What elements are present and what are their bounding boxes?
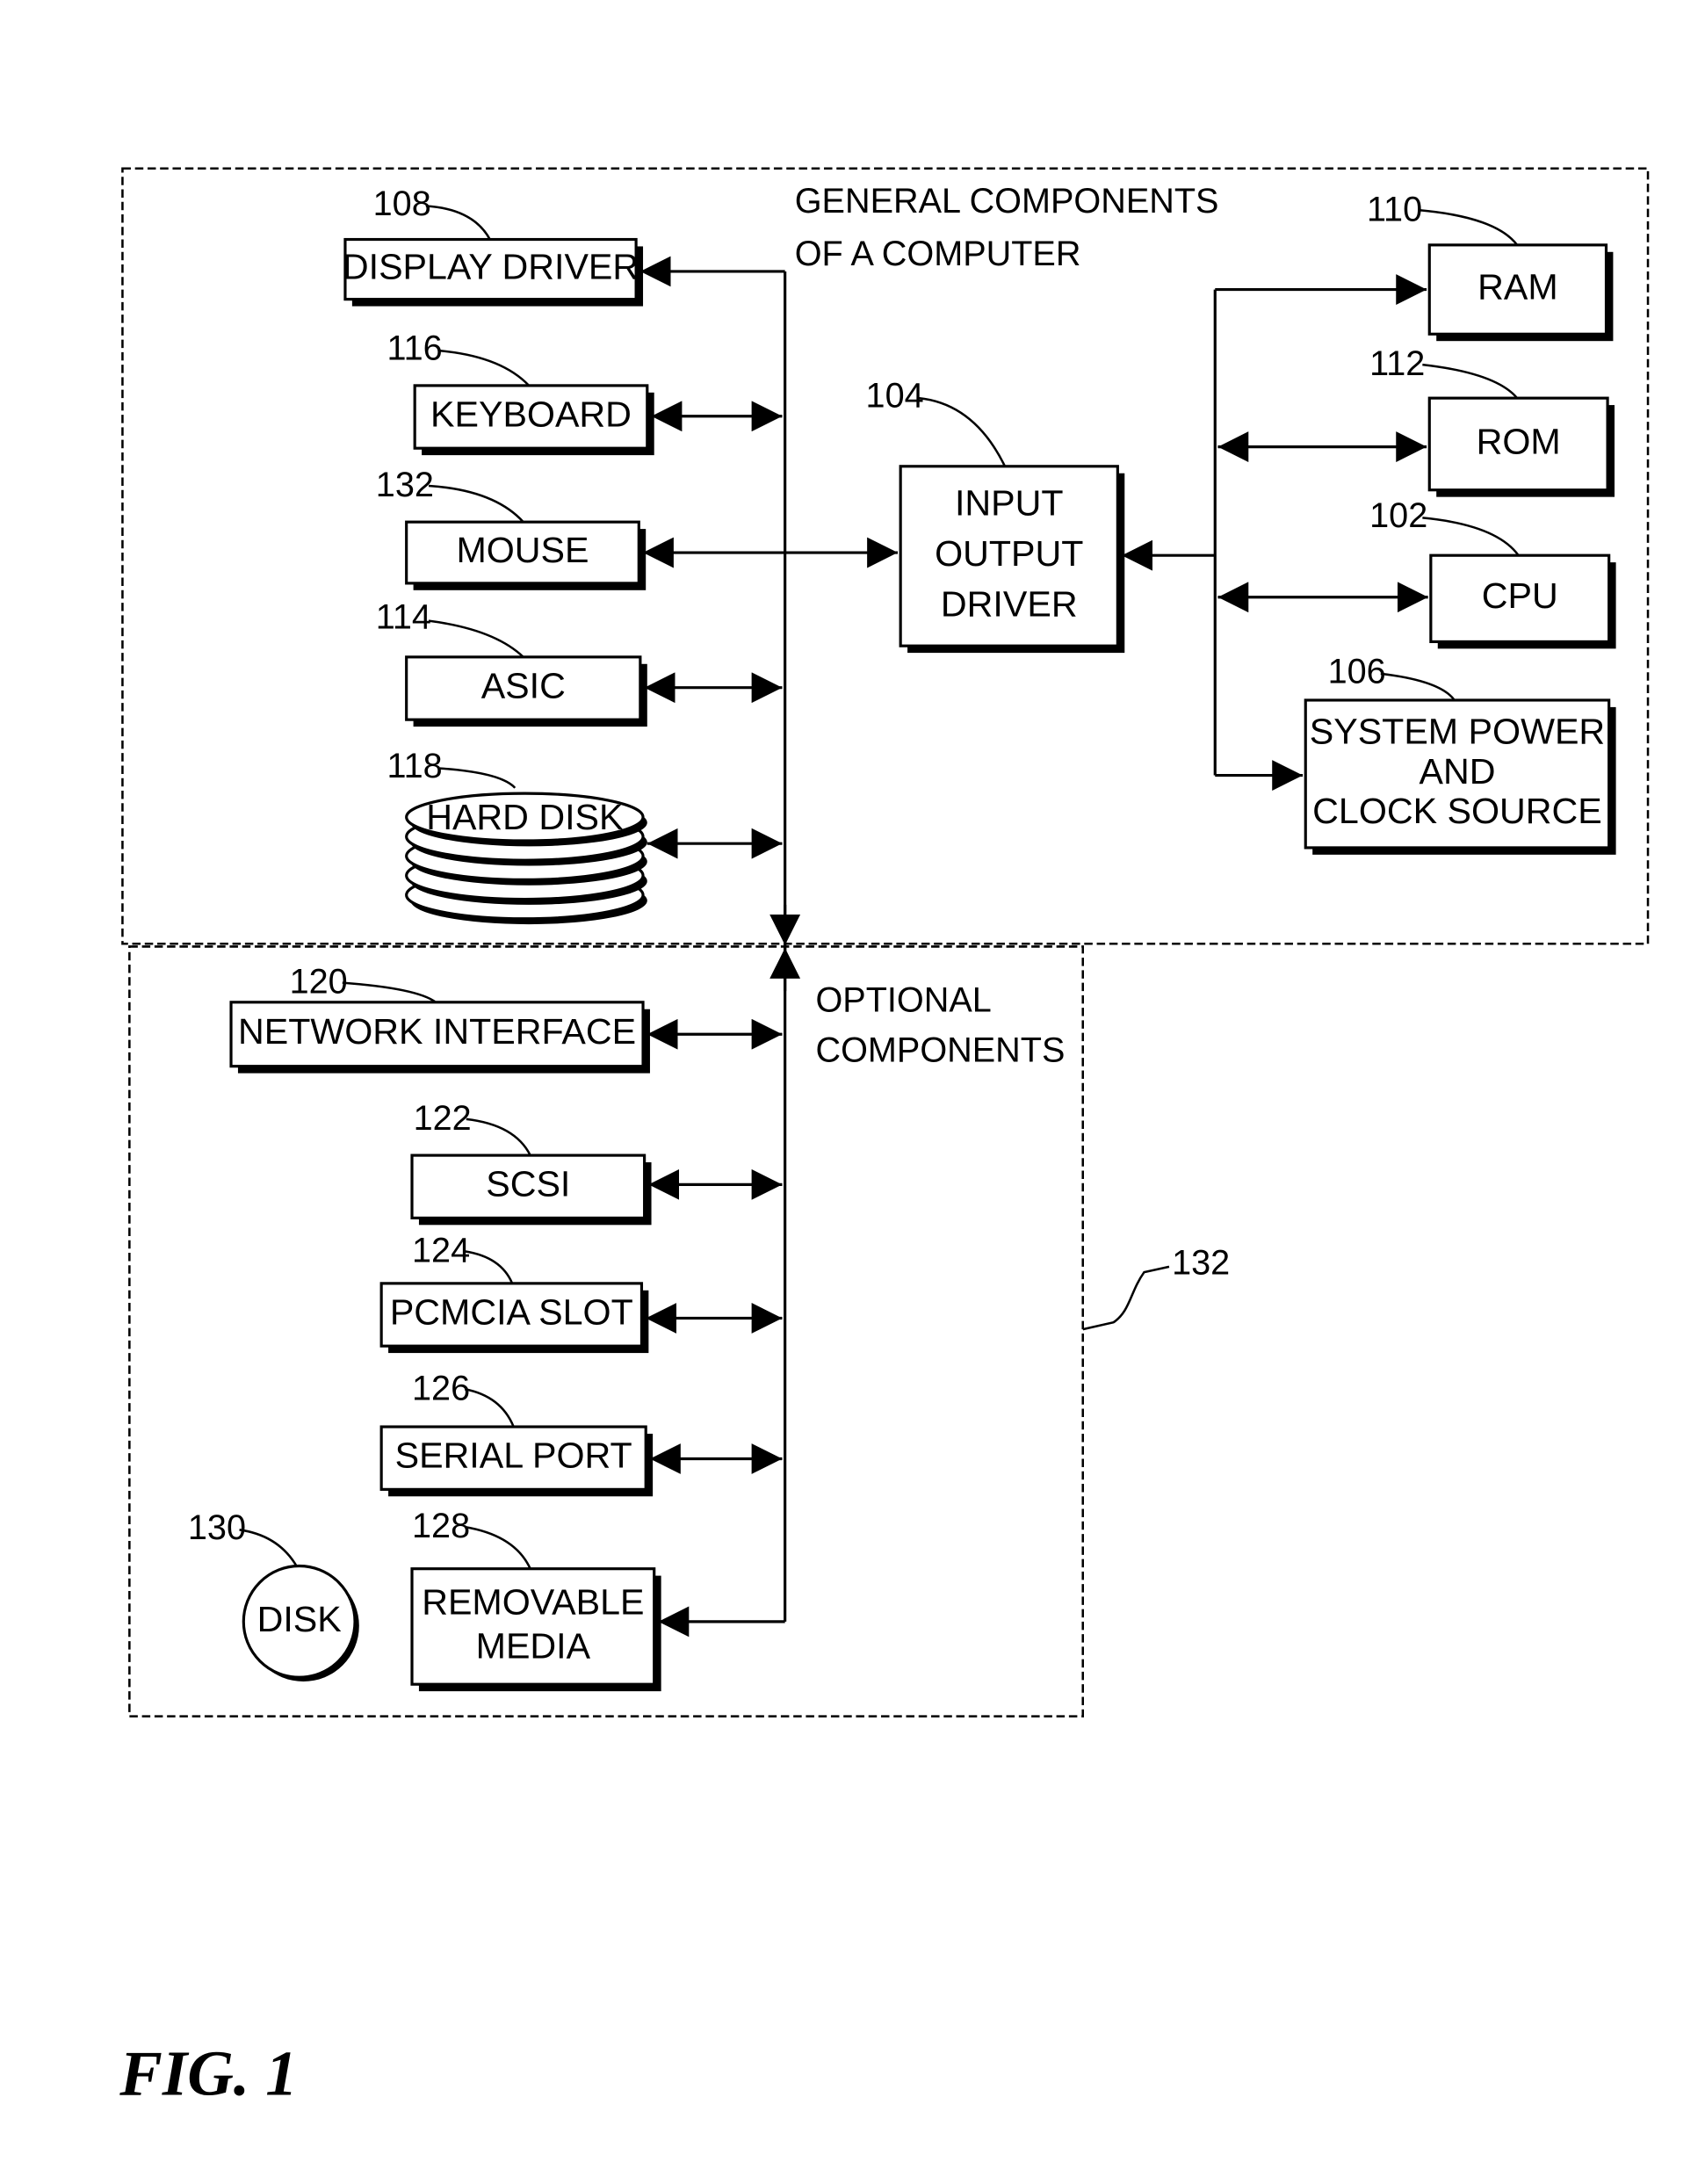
figure-caption: FIG. 1	[119, 2038, 297, 2109]
network-interface-label: NETWORK INTERFACE	[238, 1011, 636, 1052]
hard-disk-leader	[439, 767, 517, 789]
mouse-leader	[428, 484, 524, 524]
io-driver-label: INPUT	[955, 482, 1064, 523]
system-power-label: SYSTEM POWER	[1310, 711, 1605, 751]
display-driver-leader	[425, 205, 491, 241]
mouse-ref: 132	[376, 466, 434, 504]
rom-leader	[1422, 363, 1519, 399]
keyboard-component: KEYBOARD 116	[387, 329, 654, 456]
disk-ref: 130	[188, 1508, 246, 1547]
serial-port-component: SERIAL PORT 126	[379, 1369, 654, 1497]
pcmcia-slot-ref: 124	[412, 1231, 470, 1269]
cpu-ref: 102	[1369, 496, 1427, 535]
io-driver-component: INPUT OUTPUT DRIVER 104	[866, 377, 1125, 654]
computer-components-diagram: GENERAL COMPONENTS OF A COMPUTER OPTIONA…	[119, 167, 1650, 2109]
ram-leader	[1420, 208, 1519, 246]
system-power-component: SYSTEM POWERANDCLOCK SOURCE 106	[1304, 652, 1616, 855]
ram-component: RAM 110	[1367, 190, 1614, 342]
hard-disk-ref: 118	[387, 747, 442, 785]
cpu-leader	[1422, 517, 1520, 556]
asic-leader	[428, 619, 524, 658]
rom-component: ROM 112	[1369, 344, 1615, 497]
serial-port-label: SERIAL PORT	[395, 1436, 632, 1476]
components: DISPLAY DRIVER 108 KEYBOARD 116 MOUSE 132 ASIC…	[188, 184, 1616, 1692]
ram-ref: 110	[1367, 190, 1422, 228]
keyboard-ref: 116	[387, 329, 442, 368]
keyboard-leader	[439, 350, 531, 387]
removable-media-label: REMOVABLE	[422, 1581, 644, 1622]
scsi-label: SCSI	[486, 1164, 570, 1204]
asic-component: ASIC 114	[376, 598, 647, 727]
disk-label: DISK	[257, 1599, 343, 1639]
io-driver-ref: 104	[866, 377, 924, 416]
optional-group-ref: 132	[1172, 1244, 1230, 1283]
pcmcia-slot-leader	[465, 1250, 514, 1284]
serial-port-leader	[464, 1388, 515, 1428]
disk-component: DISK 130	[188, 1508, 359, 1682]
general-group-title-line1: GENERAL COMPONENTS	[795, 182, 1219, 221]
optional-group-title-line2: COMPONENTS	[816, 1031, 1066, 1069]
io-driver-leader	[918, 396, 1007, 467]
display-driver-component: DISPLAY DRIVER 108	[343, 184, 644, 307]
optional-group-leader	[1082, 1265, 1170, 1331]
system-power-ref: 106	[1328, 652, 1386, 691]
asic-label: ASIC	[481, 665, 566, 705]
removable-media-component: REMOVABLEMEDIA 128	[410, 1507, 661, 1692]
system-power-leader	[1380, 672, 1456, 701]
io-driver-label: OUTPUT	[935, 533, 1083, 574]
removable-media-label: MEDIA	[476, 1625, 591, 1666]
system-power-label: CLOCK SOURCE	[1312, 791, 1602, 831]
network-interface-component: NETWORK INTERFACE 120	[229, 963, 650, 1074]
removable-media-ref: 128	[412, 1507, 470, 1545]
scsi-component: SCSI 122	[410, 1099, 652, 1226]
keyboard-label: KEYBOARD	[430, 394, 632, 434]
asic-ref: 114	[376, 598, 431, 637]
scsi-leader	[466, 1117, 531, 1156]
system-power-label: AND	[1419, 751, 1495, 792]
io-driver-label: DRIVER	[941, 583, 1078, 624]
ram-label: RAM	[1477, 266, 1558, 307]
pcmcia-slot-component: PCMCIA SLOT 124	[379, 1231, 649, 1354]
mouse-component: MOUSE 132	[376, 466, 647, 590]
display-driver-label: DISPLAY DRIVER	[343, 246, 639, 286]
hard-disk-label: HARD DISK	[426, 797, 624, 837]
cpu-component: CPU 102	[1369, 496, 1616, 649]
network-interface-leader	[342, 981, 437, 1003]
rom-ref: 112	[1369, 344, 1425, 383]
rom-label: ROM	[1477, 421, 1561, 461]
general-group-title-line2: OF A COMPUTER	[795, 235, 1081, 273]
scsi-ref: 122	[414, 1099, 472, 1138]
hard-disk-component: HARD DISK 118	[387, 747, 647, 925]
mouse-label: MOUSE	[456, 530, 589, 570]
display-driver-ref: 108	[373, 184, 431, 223]
serial-port-ref: 126	[412, 1369, 470, 1407]
removable-media-leader	[465, 1525, 531, 1570]
network-interface-ref: 120	[290, 963, 348, 1002]
cpu-label: CPU	[1482, 575, 1558, 616]
pcmcia-slot-label: PCMCIA SLOT	[390, 1291, 633, 1332]
disk-leader	[239, 1529, 298, 1567]
optional-group-title-line1: OPTIONAL	[816, 980, 992, 1019]
